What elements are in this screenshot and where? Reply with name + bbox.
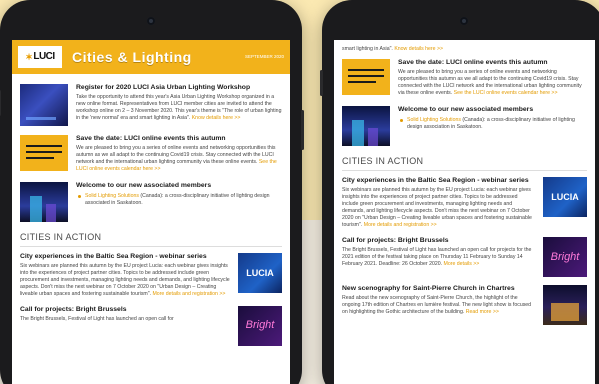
cities-item: City experiences in the Baltic Sea Regio… [20,253,282,298]
item-body: The Bright Brussels, Festival of Light h… [342,246,532,267]
item-link[interactable]: Know details here >> [394,46,443,52]
item-link[interactable]: More details and registration >> [364,222,437,228]
luci-logo[interactable]: ✶ LUCI [18,46,62,68]
logo-text: LUCI [33,51,55,63]
member-bullet: Solid Lighting Solutions (Canada): a cro… [398,117,587,131]
item-link[interactable]: More details and registration >> [152,291,225,297]
item-title[interactable]: Call for projects: Bright Brussels [20,306,230,314]
screen-left[interactable]: ✶ LUCI Cities & Lighting SEPTEMBER 2020 … [12,40,290,384]
camera-icon [459,17,468,25]
newsletter-header: ✶ LUCI Cities & Lighting SEPTEMBER 2020 [12,40,290,74]
item-title[interactable]: New scenography for Saint-Pierre Church … [342,285,535,293]
item-body: Take the opportunity to attend this year… [76,93,282,121]
item-body: We are pleased to bring you a series of … [76,144,277,172]
phone-top-bezel [322,0,599,40]
members-thumbnail[interactable] [20,181,68,222]
members-thumbnail[interactable] [342,105,390,146]
item-title: Welcome to our new associated members [76,181,212,189]
member-link[interactable]: Solid Lighting Solutions [407,117,461,123]
news-item: Welcome to our new associated members So… [342,105,587,146]
save-the-date-thumbnail[interactable] [20,135,68,171]
item-title[interactable]: City experiences in the Baltic Sea Regio… [342,177,535,185]
volume-button [0,90,1,116]
item-body: Read about the new scenography of Saint-… [342,294,532,315]
item-body: We are pleased to bring you a series of … [398,68,582,96]
phone-left: ✶ LUCI Cities & Lighting SEPTEMBER 2020 … [0,0,304,384]
news-item: Save the date: LUCI online events this a… [20,135,282,173]
item-title[interactable]: City experiences in the Baltic Sea Regio… [20,253,230,261]
item-title[interactable]: Register for 2020 LUCI Asia Urban Lighti… [76,84,282,92]
phone-right: smart lighting in Asia". Know details he… [320,0,599,384]
camera-icon [147,17,155,25]
bright-image[interactable]: Bright [543,236,587,277]
section-heading: CITIES IN ACTION [20,231,282,248]
cities-item: City experiences in the Baltic Sea Regio… [342,177,587,229]
cities-item: New scenography for Saint-Pierre Church … [342,284,587,325]
lucia-image[interactable]: LUCIA [543,177,587,218]
item-title[interactable]: Call for projects: Bright Brussels [342,237,535,245]
item-title[interactable]: Save the date: LUCI online events this a… [76,135,282,143]
header-title: Cities & Lighting [72,48,192,65]
volume-button [320,70,323,96]
bright-image[interactable]: Bright [238,305,282,346]
item-link[interactable]: Know details here >> [192,115,241,121]
news-item: Register for 2020 LUCI Asia Urban Lighti… [20,84,282,126]
item-body: Six webinars are planned this autumn by … [20,262,230,297]
church-image[interactable] [543,284,587,325]
bullet-icon [78,194,81,198]
item-title: Welcome to our new associated members [398,105,534,113]
item-link[interactable]: See the LUCI online events calendar here… [454,90,558,96]
power-button [301,110,304,150]
bullet-icon [400,118,403,122]
newsletter-content: Save the date: LUCI online events this a… [334,53,595,325]
continued-text: smart lighting in Asia". Know details he… [342,46,444,52]
workshop-thumbnail[interactable] [20,84,68,126]
save-the-date-thumbnail[interactable] [342,59,390,96]
spark-icon: ✶ [25,51,33,62]
news-item: Save the date: LUCI online events this a… [342,59,587,97]
phone-top-bezel [0,0,302,40]
header-date: SEPTEMBER 2020 [244,53,284,59]
newsletter-content: Register for 2020 LUCI Asia Urban Lighti… [12,74,290,346]
member-link[interactable]: Solid Lighting Solutions [85,193,139,199]
cities-item: Call for projects: Bright Brussels The B… [20,305,282,346]
news-item: Welcome to our new associated members So… [20,181,282,222]
screen-right[interactable]: smart lighting in Asia". Know details he… [334,40,595,384]
lucia-image[interactable]: LUCIA [238,253,282,294]
section-heading: CITIES IN ACTION [342,155,587,172]
item-link[interactable]: Read more >> [466,309,499,315]
cities-item: Call for projects: Bright Brussels The B… [342,236,587,277]
item-title[interactable]: Save the date: LUCI online events this a… [398,59,587,67]
member-bullet: Solid Lighting Solutions (Canada): a cro… [76,193,282,207]
item-body: The Bright Brussels, Festival of Light h… [20,315,174,322]
item-link[interactable]: More details >> [444,261,480,267]
item-body: Six webinars are planned this autumn by … [342,186,532,228]
